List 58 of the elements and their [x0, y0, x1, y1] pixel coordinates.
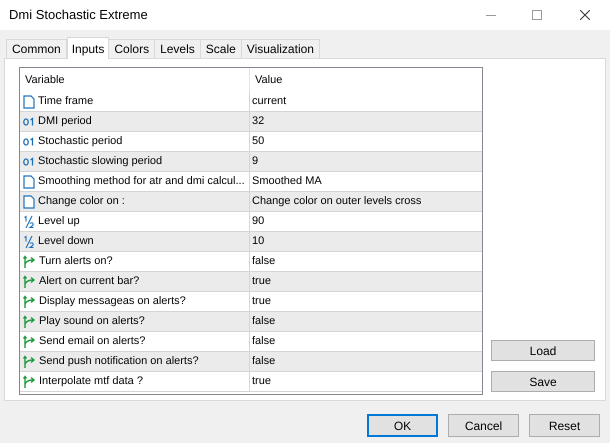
document-icon	[23, 94, 35, 108]
branch-arrow-icon	[23, 294, 36, 308]
branch-arrow-icon	[23, 354, 36, 368]
variable-name: Change color on :	[38, 194, 125, 210]
value-cell[interactable]: current	[252, 93, 286, 110]
variable-name: Smoothing method for atr and dmi calcul...	[38, 174, 245, 190]
tab[interactable]: Inputs	[66, 37, 110, 59]
variable-name: Time frame	[38, 94, 94, 110]
value-cell[interactable]: 90	[252, 213, 264, 230]
value-cell[interactable]: false	[252, 353, 276, 370]
document-icon	[23, 174, 35, 188]
variable-name: Display messageas on alerts?	[39, 294, 186, 310]
integer-icon	[23, 136, 35, 146]
variable-name: DMI period	[38, 114, 92, 130]
variable-name: Turn alerts on?	[39, 254, 113, 270]
branch-arrow-icon	[23, 374, 36, 388]
variable-name: Play sound on alerts?	[39, 314, 145, 330]
value-cell[interactable]: 9	[252, 153, 258, 170]
tab[interactable]: Common	[6, 39, 67, 58]
variable-name: Alert on current bar?	[39, 274, 140, 290]
value-cell[interactable]: false	[252, 333, 276, 350]
variable-name: Send push notification on alerts?	[39, 354, 199, 370]
integer-icon	[23, 156, 35, 166]
branch-arrow-icon	[23, 274, 36, 288]
value-cell[interactable]: 50	[252, 133, 264, 150]
dialog-button[interactable]: Reset	[529, 414, 600, 437]
fraction-icon	[23, 234, 35, 248]
close-icon[interactable]	[580, 10, 590, 20]
value-cell[interactable]: 32	[252, 113, 264, 130]
integer-icon	[23, 116, 35, 126]
value-cell[interactable]: true	[252, 273, 271, 290]
dialog-button[interactable]: OK	[367, 414, 438, 437]
value-cell[interactable]: true	[252, 293, 271, 310]
column-header[interactable]: Value	[250, 68, 482, 92]
variable-name: Interpolate mtf data ?	[39, 374, 143, 390]
value-cell[interactable]: false	[252, 253, 276, 270]
variable-name: Level down	[38, 234, 94, 250]
fraction-icon	[23, 214, 35, 228]
value-cell[interactable]: 10	[252, 233, 264, 250]
value-cell[interactable]: Change color on outer levels cross	[252, 193, 422, 210]
branch-arrow-icon	[23, 254, 36, 268]
branch-arrow-icon	[23, 314, 36, 328]
branch-arrow-icon	[23, 334, 36, 348]
minimize-icon[interactable]	[486, 14, 496, 16]
value-cell[interactable]: false	[252, 313, 276, 330]
value-cell[interactable]: true	[252, 373, 271, 390]
side-button[interactable]: Load	[491, 340, 595, 361]
variable-name: Stochastic slowing period	[38, 154, 162, 170]
dialog-button[interactable]: Cancel	[448, 414, 519, 437]
side-button[interactable]: Save	[491, 371, 595, 392]
variable-name: Stochastic period	[38, 134, 122, 150]
variable-name: Level up	[38, 214, 80, 230]
tab[interactable]: Visualization	[240, 39, 320, 58]
maximize-icon[interactable]	[532, 10, 542, 20]
variable-name: Send email on alerts?	[39, 334, 146, 350]
document-icon	[23, 194, 35, 208]
window-title: Dmi Stochastic Extreme	[9, 6, 148, 24]
value-cell[interactable]: Smoothed MA	[252, 173, 322, 190]
